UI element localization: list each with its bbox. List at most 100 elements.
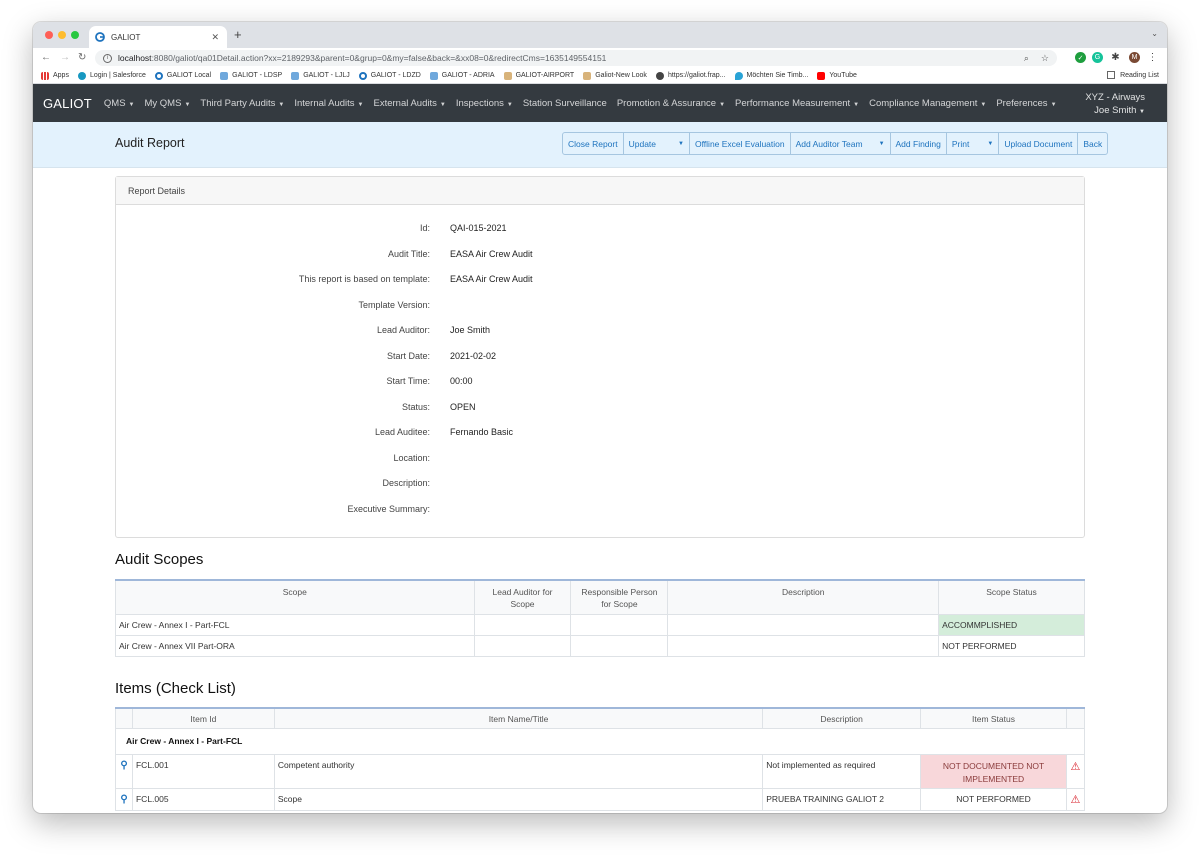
- bookmark-galiot-ljlj[interactable]: GALIOT - LJLJ: [291, 71, 350, 80]
- group-label: Air Crew - Annex I - Part-FCL: [115, 727, 1085, 755]
- item-status-badge: NOT PERFORMED: [920, 787, 1067, 811]
- add-auditor-team-dropdown-button[interactable]: Add Auditor Team ▼: [791, 133, 891, 154]
- nav-internal-audits[interactable]: Internal Audits ▼: [294, 98, 363, 109]
- nav-third-party-audits[interactable]: Third Party Audits ▼: [200, 98, 284, 109]
- column-header-lead-auditor[interactable]: Lead Auditor for Scope: [473, 579, 572, 615]
- column-header-item-name[interactable]: Item Name/Title: [273, 707, 764, 729]
- warning-triangle-icon[interactable]: ⚠: [1065, 787, 1086, 811]
- galiot-favicon-icon: [95, 32, 105, 42]
- column-header-scope[interactable]: Scope: [115, 579, 475, 615]
- nav-compliance-management[interactable]: Compliance Management ▼: [869, 98, 986, 109]
- nav-station-surveillance[interactable]: Station Surveillance: [523, 98, 607, 109]
- back-button[interactable]: Back: [1078, 133, 1107, 154]
- forward-arrow-icon[interactable]: →: [60, 52, 70, 63]
- bookmark-galiot-ldsp[interactable]: GALIOT - LDSP: [220, 71, 282, 80]
- tab-title: GALIOT: [111, 32, 141, 42]
- address-row: ← → ↻ i localhost:8080/galiot/qa01Detail…: [33, 48, 1167, 68]
- nav-preferences[interactable]: Preferences ▼: [996, 98, 1056, 109]
- extension-check-icon[interactable]: ✓: [1075, 52, 1086, 63]
- upload-document-button[interactable]: Upload Document: [999, 133, 1079, 154]
- column-header-description[interactable]: Description: [762, 707, 922, 729]
- scope-cell[interactable]: Air Crew - Annex I - Part-FCL: [115, 613, 475, 636]
- nav-inspections[interactable]: Inspections ▼: [456, 98, 513, 109]
- page-title: Audit Report: [115, 136, 185, 150]
- bookmark-galiot-airport[interactable]: GALIOT-AIRPORT: [503, 71, 574, 80]
- column-header-item-id[interactable]: Item Id: [131, 707, 275, 729]
- bookmark-galiot-new-look[interactable]: Galiot-New Look: [583, 71, 647, 80]
- image-icon: [503, 71, 512, 80]
- minimize-window-button[interactable]: [58, 31, 66, 39]
- nav-qms[interactable]: QMS ▼: [104, 98, 135, 109]
- url-bar[interactable]: i localhost:8080/galiot/qa01Detail.actio…: [95, 50, 1057, 66]
- field-label: Executive Summary:: [347, 504, 430, 514]
- item-status-badge: NOT DOCUMENTED NOT IMPLEMENTED: [920, 753, 1067, 789]
- field-value: Joe Smith: [450, 325, 491, 335]
- back-arrow-icon[interactable]: ←: [41, 52, 51, 63]
- field-value: EASA Air Crew Audit: [450, 274, 533, 284]
- bookmark-galiot-frap[interactable]: https://galiot.frap...: [655, 71, 726, 80]
- zoom-icon[interactable]: ⌕: [1024, 53, 1029, 64]
- reading-list[interactable]: Reading List: [1107, 71, 1159, 79]
- offline-excel-evaluation-button[interactable]: Offline Excel Evaluation: [690, 133, 791, 154]
- table-row[interactable]: ⚲ FCL.001 Competent authority Not implem…: [115, 753, 1086, 789]
- extensions-puzzle-icon[interactable]: ✱: [1110, 52, 1121, 63]
- bookmark-galiot-adria[interactable]: GALIOT - ADRIA: [429, 71, 495, 80]
- bookmark-salesforce[interactable]: Login | Salesforce: [77, 71, 146, 80]
- field-value: OPEN: [450, 402, 476, 412]
- table-row[interactable]: ⚲ FCL.005 Scope PRUEBA TRAINING GALIOT 2…: [115, 787, 1086, 811]
- bookmark-youtube[interactable]: YouTube: [817, 71, 857, 80]
- bookmark-galiot-local[interactable]: GALIOT Local: [154, 71, 211, 80]
- nav-performance-measurement[interactable]: Performance Measurement ▼: [735, 98, 859, 109]
- column-header-responsible-person[interactable]: Responsible Person for Scope: [570, 579, 669, 615]
- group-row: Air Crew - Annex I - Part-FCL: [115, 727, 1085, 755]
- profile-avatar[interactable]: M: [1129, 52, 1140, 63]
- tab-search-chevron-icon[interactable]: ⌄: [1151, 29, 1158, 38]
- close-report-button[interactable]: Close Report: [563, 133, 624, 154]
- column-header-scope-status[interactable]: Scope Status: [938, 579, 1085, 615]
- warning-triangle-icon[interactable]: ⚠: [1065, 753, 1086, 789]
- close-window-button[interactable]: [45, 31, 53, 39]
- table-row[interactable]: Air Crew - Annex I - Part-FCL ACCOMMPLIS…: [115, 613, 1085, 636]
- field-label: Audit Title:: [387, 249, 430, 259]
- view-item-search-icon[interactable]: ⚲: [115, 787, 133, 811]
- organization-name: XYZ - Airways: [1085, 92, 1145, 103]
- table-header-row: Scope Lead Auditor for Scope Responsible …: [115, 579, 1085, 615]
- site-info-icon[interactable]: i: [103, 53, 112, 63]
- globe-icon: [655, 71, 664, 80]
- caret-down-icon: ▼: [1139, 109, 1145, 115]
- table-row[interactable]: Air Crew - Annex VII Part-ORA NOT PERFOR…: [115, 634, 1085, 657]
- scope-cell[interactable]: Air Crew - Annex VII Part-ORA: [115, 634, 475, 657]
- table-header-row: Item Id Item Name/Title Description Item…: [115, 707, 1086, 729]
- bookmark-timb[interactable]: Möchten Sie Timb...: [734, 71, 808, 80]
- item-description-cell: PRUEBA TRAINING GALIOT 2: [762, 787, 922, 811]
- nav-external-audits[interactable]: External Audits ▼: [374, 98, 446, 109]
- caret-down-icon: ▼: [184, 101, 191, 108]
- items-checklist-table: Item Id Item Name/Title Description Item…: [115, 707, 1086, 811]
- reload-icon[interactable]: ↻: [78, 52, 86, 63]
- browser-tab[interactable]: GALIOT ✕: [89, 26, 227, 48]
- caret-down-icon: ▼: [719, 101, 726, 108]
- close-tab-icon[interactable]: ✕: [211, 32, 219, 43]
- report-details-card: Report Details Id: QAI-015-2021 Audit Titl…: [115, 176, 1085, 538]
- bookmark-apps[interactable]: Apps: [41, 71, 69, 80]
- browser-menu-icon[interactable]: ⋮: [1147, 52, 1158, 63]
- bookmark-star-icon[interactable]: ☆: [1041, 53, 1049, 64]
- column-header-description[interactable]: Description: [667, 579, 940, 615]
- bookmark-galiot-ldzd[interactable]: GALIOT - LDZD: [358, 71, 421, 80]
- scope-status-badge: NOT PERFORMED: [938, 634, 1085, 657]
- grammarly-icon[interactable]: G: [1092, 52, 1103, 63]
- new-tab-icon[interactable]: +: [234, 27, 242, 42]
- nav-my-qms[interactable]: My QMS ▼: [144, 98, 190, 109]
- item-name-cell: Competent authority: [273, 753, 764, 789]
- user-menu[interactable]: XYZ - Airways Joe Smith ▼: [1085, 91, 1145, 119]
- print-dropdown-button[interactable]: Print ▼: [947, 133, 1000, 154]
- add-finding-button[interactable]: Add Finding: [891, 133, 947, 154]
- lead-auditor-cell: [473, 613, 572, 636]
- column-header-item-status[interactable]: Item Status: [920, 707, 1067, 729]
- update-dropdown-button[interactable]: Update ▼: [624, 133, 690, 154]
- view-item-search-icon[interactable]: ⚲: [115, 753, 133, 789]
- brand-logo[interactable]: GALIOT: [43, 96, 92, 111]
- field-label: This report is based on template:: [298, 274, 430, 284]
- maximize-window-button[interactable]: [71, 31, 79, 39]
- nav-promotion-assurance[interactable]: Promotion & Assurance ▼: [617, 98, 725, 109]
